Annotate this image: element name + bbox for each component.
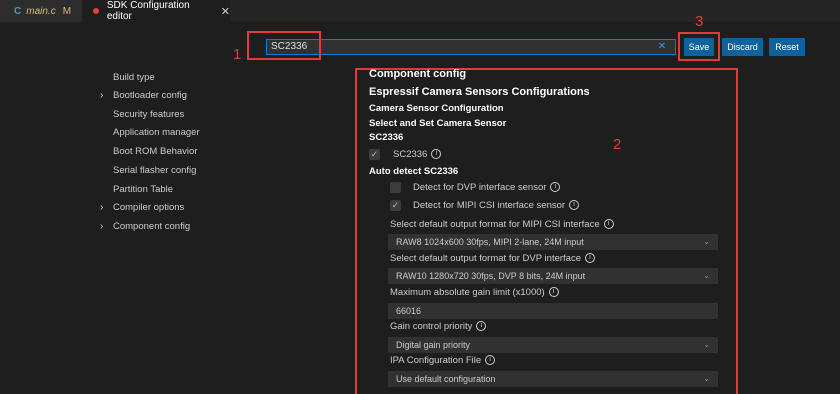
sidebar-item-security-features[interactable]: Security features bbox=[113, 108, 184, 122]
info-icon[interactable]: i bbox=[550, 182, 561, 193]
option-label: Detect for DVP interface sensor bbox=[413, 182, 547, 193]
sidebar-item-partition-table[interactable]: Partition Table bbox=[113, 183, 173, 197]
annotation-box-1 bbox=[247, 31, 321, 60]
tab-bar: C main.c M SDK Configuration editor ✕ bbox=[0, 0, 840, 22]
field-label: IPA Configuration File bbox=[390, 355, 482, 366]
info-icon[interactable]: i bbox=[603, 219, 614, 230]
chevron-down-icon: ⌄ bbox=[703, 237, 710, 246]
mipi-format-select[interactable]: RAW8 1024x600 30fps, MIPI 2-lane, 24M in… bbox=[388, 234, 718, 250]
heading-component-config: Component config bbox=[369, 68, 467, 80]
info-icon[interactable]: i bbox=[569, 200, 580, 211]
sidebar-item-build-type[interactable]: Build type bbox=[113, 71, 155, 85]
select-value: RAW8 1024x600 30fps, MIPI 2-lane, 24M in… bbox=[396, 237, 584, 247]
heading-auto-detect: Auto detect SC2336 bbox=[369, 166, 459, 177]
mipi-detect-checkbox[interactable]: ✓ bbox=[390, 200, 401, 211]
mipi-format-label: Select default output format for MIPI CS… bbox=[390, 219, 614, 230]
tab-main-c[interactable]: C main.c M bbox=[0, 0, 82, 22]
field-label: Select default output format for MIPI CS… bbox=[390, 219, 600, 230]
tab-label: main.c bbox=[26, 5, 56, 17]
ipa-config-select[interactable]: Use default configuration ⌄ bbox=[388, 371, 718, 387]
select-value: Use default configuration bbox=[396, 374, 496, 384]
gain-priority-label: Gain control priority i bbox=[390, 321, 487, 332]
c-file-icon: C bbox=[14, 5, 22, 17]
ipa-config-label: IPA Configuration File i bbox=[390, 355, 496, 366]
mipi-detect-option: Detect for MIPI CSI interface sensor i bbox=[413, 200, 580, 211]
sidebar-item-component-config[interactable]: Component config bbox=[113, 220, 190, 234]
clear-icon[interactable]: ✕ bbox=[655, 39, 669, 55]
info-icon[interactable]: i bbox=[476, 321, 487, 332]
sc2336-option: SC2336 i bbox=[393, 149, 442, 160]
dvp-detect-checkbox[interactable] bbox=[390, 182, 401, 193]
chevron-right-icon[interactable]: › bbox=[100, 89, 103, 103]
chevron-right-icon[interactable]: › bbox=[100, 220, 103, 234]
heading-sc2336: SC2336 bbox=[369, 132, 404, 143]
sidebar-item-serial-flasher-config[interactable]: Serial flasher config bbox=[113, 164, 196, 178]
sidebar-item-bootloader-config[interactable]: Bootloader config bbox=[113, 89, 187, 103]
chevron-down-icon: ⌄ bbox=[703, 271, 710, 280]
option-label: SC2336 bbox=[393, 149, 428, 160]
dvp-format-label: Select default output format for DVP int… bbox=[390, 253, 595, 264]
sc2336-checkbox[interactable]: ✓ bbox=[369, 149, 380, 160]
espressif-icon bbox=[93, 8, 99, 14]
heading-camera-sensor-config: Camera Sensor Configuration bbox=[369, 103, 504, 114]
option-label: Detect for MIPI CSI interface sensor bbox=[413, 200, 566, 211]
select-value: RAW10 1280x720 30fps, DVP 8 bits, 24M in… bbox=[396, 271, 586, 281]
search-input[interactable]: SC2336 bbox=[266, 39, 676, 55]
annotation-label-3: 3 bbox=[695, 13, 704, 30]
tab-label: SDK Configuration editor bbox=[106, 0, 190, 22]
modified-badge: M bbox=[62, 5, 72, 17]
sidebar-item-compiler-options[interactable]: Compiler options bbox=[113, 201, 184, 215]
info-icon[interactable]: i bbox=[548, 287, 559, 298]
reset-button[interactable]: Reset bbox=[769, 38, 805, 56]
sidebar-item-boot-rom-behavior[interactable]: Boot ROM Behavior bbox=[113, 145, 197, 159]
gain-limit-label: Maximum absolute gain limit (x1000) i bbox=[390, 287, 559, 298]
field-label: Gain control priority bbox=[390, 321, 473, 332]
annotation-label-2: 2 bbox=[613, 136, 622, 153]
chevron-down-icon: ⌄ bbox=[703, 340, 710, 349]
field-label: Maximum absolute gain limit (x1000) bbox=[390, 287, 545, 298]
input-value: 66016 bbox=[396, 306, 422, 316]
heading-select-camera-sensor: Select and Set Camera Sensor bbox=[369, 118, 507, 129]
sidebar-item-application-manager[interactable]: Application manager bbox=[113, 126, 200, 140]
discard-button[interactable]: Discard bbox=[722, 38, 763, 56]
chevron-right-icon[interactable]: › bbox=[100, 201, 103, 215]
tab-sdk-config-editor[interactable]: SDK Configuration editor ✕ bbox=[82, 0, 230, 22]
heading-espressif-camera: Espressif Camera Sensors Configurations bbox=[369, 86, 590, 98]
gain-limit-input[interactable]: 66016 bbox=[388, 303, 718, 319]
field-label: Select default output format for DVP int… bbox=[390, 253, 581, 264]
close-icon[interactable]: ✕ bbox=[221, 5, 230, 18]
chevron-down-icon: ⌄ bbox=[703, 374, 710, 383]
select-value: Digital gain priority bbox=[396, 340, 471, 350]
annotation-box-3 bbox=[678, 32, 720, 61]
dvp-format-select[interactable]: RAW10 1280x720 30fps, DVP 8 bits, 24M in… bbox=[388, 268, 718, 284]
info-icon[interactable]: i bbox=[584, 253, 595, 264]
info-icon[interactable]: i bbox=[485, 355, 496, 366]
annotation-label-1: 1 bbox=[233, 46, 242, 63]
dvp-detect-option: Detect for DVP interface sensor i bbox=[413, 182, 561, 193]
gain-priority-select[interactable]: Digital gain priority ⌄ bbox=[388, 337, 718, 353]
info-icon[interactable]: i bbox=[431, 149, 442, 160]
